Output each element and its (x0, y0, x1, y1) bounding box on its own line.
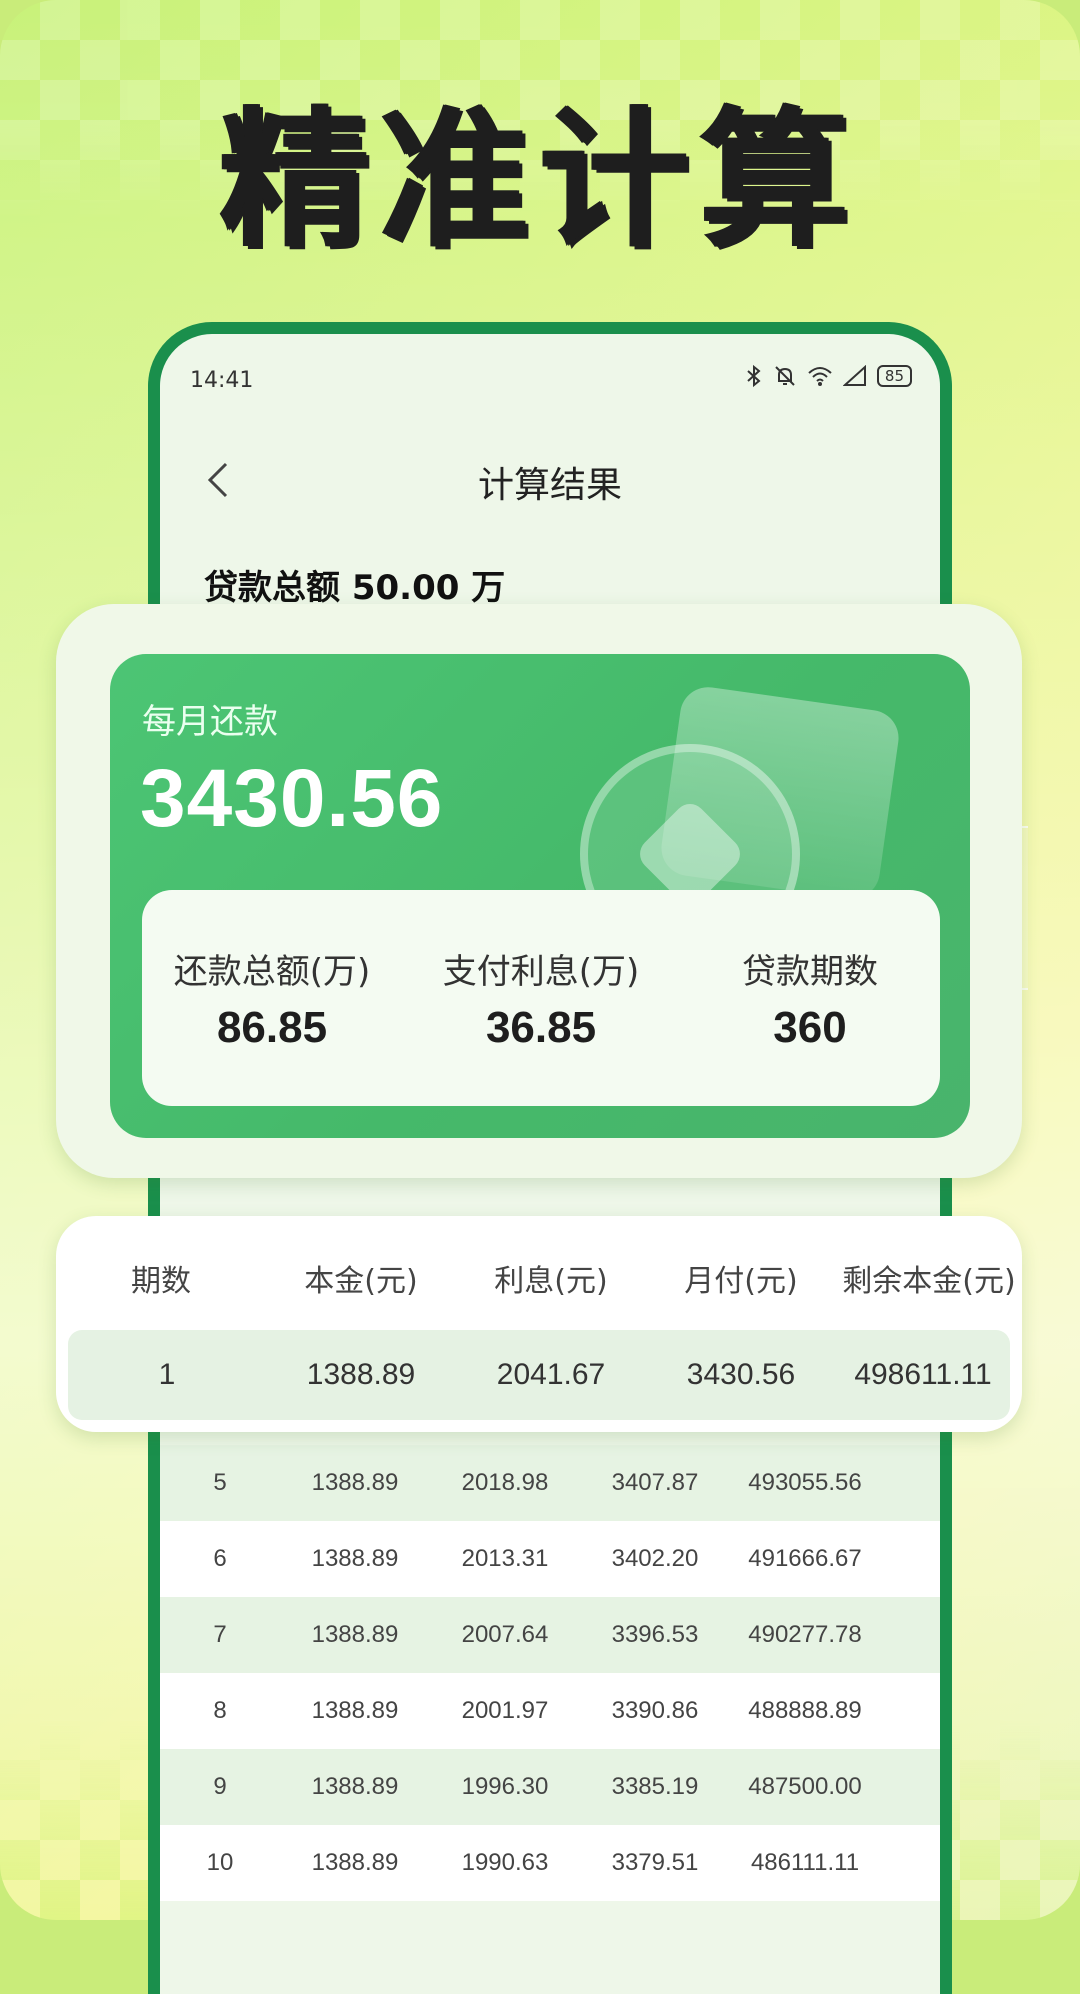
monthly-payment-value: 3430.56 (140, 753, 444, 844)
table-row: 10 1388.89 1990.63 3379.51 486111.11 (160, 1825, 940, 1901)
stat-loan-periods: 贷款期数 360 (690, 944, 930, 1053)
stats-panel: 还款总额(万) 86.85 支付利息(万) 36.85 贷款期数 360 (142, 890, 940, 1106)
cell-period: 1 (158, 1358, 176, 1391)
header-monthly: 月付(元) (684, 1264, 798, 1299)
monthly-payment-panel: 每月还款 3430.56 还款总额(万) 86.85 支付利息(万) 36.85… (110, 654, 970, 1138)
promo-headline: 精准计算 (219, 94, 860, 268)
cell-monthly: 3385.19 (611, 1773, 699, 1800)
stat-value: 86.85 (216, 1003, 328, 1052)
table-row: 5 1388.89 2018.98 3407.87 493055.56 (160, 1445, 940, 1521)
status-bar: 14:41 85 (160, 334, 940, 394)
header-principal: 本金(元) (304, 1264, 418, 1299)
cell-interest: 1990.63 (461, 1849, 549, 1876)
cell-monthly: 3390.86 (611, 1697, 699, 1724)
cell-remaining: 487500.00 (748, 1773, 862, 1800)
cell-principal: 1388.89 (311, 1545, 399, 1572)
cell-period: 7 (213, 1621, 227, 1648)
cell-remaining: 488888.89 (748, 1697, 862, 1724)
stat-label: 还款总额(万) (173, 952, 371, 992)
status-time: 14:41 (190, 368, 254, 393)
cell-principal: 1388.89 (311, 1469, 399, 1496)
monthly-payment-label: 每月还款 (142, 702, 278, 742)
stat-value: 36.85 (485, 1003, 597, 1052)
status-icons: 85 (745, 364, 912, 388)
table-row: 9 1388.89 1996.30 3385.19 487500.00 (160, 1749, 940, 1825)
cell-principal: 1388.89 (311, 1621, 399, 1648)
cell-period: 8 (213, 1697, 227, 1724)
cell-monthly: 3430.56 (686, 1358, 796, 1391)
cell-interest: 2007.64 (461, 1621, 549, 1648)
bluetooth-icon (747, 364, 761, 388)
cell-interest: 2041.67 (496, 1358, 606, 1391)
summary-card: 每月还款 3430.56 还款总额(万) 86.85 支付利息(万) 36.85… (56, 604, 1022, 1178)
cell-interest: 2013.31 (461, 1545, 549, 1572)
cell-remaining: 498611.11 (854, 1358, 992, 1391)
wifi-icon (808, 367, 832, 386)
cell-principal: 1388.89 (311, 1773, 399, 1800)
cell-monthly: 3396.53 (611, 1621, 699, 1648)
header-interest: 利息(元) (494, 1264, 608, 1299)
header-period: 期数 (131, 1264, 191, 1299)
table-row: 7 1388.89 2007.64 3396.53 490277.78 (160, 1597, 940, 1673)
cell-monthly: 3402.20 (611, 1545, 699, 1572)
table-header: 期数 本金(元) 利息(元) 月付(元) 剩余本金(元) (56, 1256, 1022, 1306)
cell-principal: 1388.89 (311, 1697, 399, 1724)
nav-bar: 计算结果 (160, 444, 940, 514)
cell-period: 9 (213, 1773, 227, 1800)
cell-monthly: 3379.51 (611, 1849, 699, 1876)
bell-muted-icon (775, 366, 795, 386)
cell-remaining: 491666.67 (748, 1545, 862, 1572)
cell-principal: 1388.89 (306, 1358, 416, 1391)
table-row: 8 1388.89 2001.97 3390.86 488888.89 (160, 1673, 940, 1749)
stat-label: 贷款期数 (742, 952, 878, 992)
cell-interest: 1996.30 (461, 1773, 549, 1800)
loan-total-label: 贷款总额 50.00 万 (204, 568, 506, 608)
cell-remaining: 486111.11 (750, 1849, 860, 1876)
page-title: 计算结果 (477, 465, 622, 506)
battery-indicator: 85 (876, 365, 912, 387)
cell-period: 5 (213, 1469, 227, 1496)
table-row: 6 1388.89 2013.31 3402.20 491666.67 (160, 1521, 940, 1597)
cell-period: 10 (206, 1849, 234, 1876)
stat-interest-paid: 支付利息(万) 36.85 (421, 944, 661, 1053)
cell-monthly: 3407.87 (611, 1469, 699, 1496)
header-remaining: 剩余本金(元) (842, 1264, 1016, 1299)
stat-total-repayment: 还款总额(万) 86.85 (152, 944, 392, 1053)
stat-label: 支付利息(万) (442, 952, 640, 992)
signal-icon (842, 365, 866, 386)
stat-value: 360 (773, 1003, 847, 1052)
schedule-table-body: 5 1388.89 2018.98 3407.87 493055.56 6 13… (160, 1445, 940, 1901)
cell-interest: 2018.98 (461, 1469, 549, 1496)
schedule-table-card: 期数 本金(元) 利息(元) 月付(元) 剩余本金(元) 1 1388.89 2… (56, 1216, 1022, 1432)
cell-remaining: 493055.56 (748, 1469, 862, 1496)
cell-interest: 2001.97 (461, 1697, 549, 1724)
cell-remaining: 490277.78 (748, 1621, 862, 1648)
table-row-highlighted: 1 1388.89 2041.67 3430.56 498611.11 (68, 1330, 1010, 1420)
cell-principal: 1388.89 (311, 1849, 399, 1876)
cell-period: 6 (213, 1545, 227, 1572)
